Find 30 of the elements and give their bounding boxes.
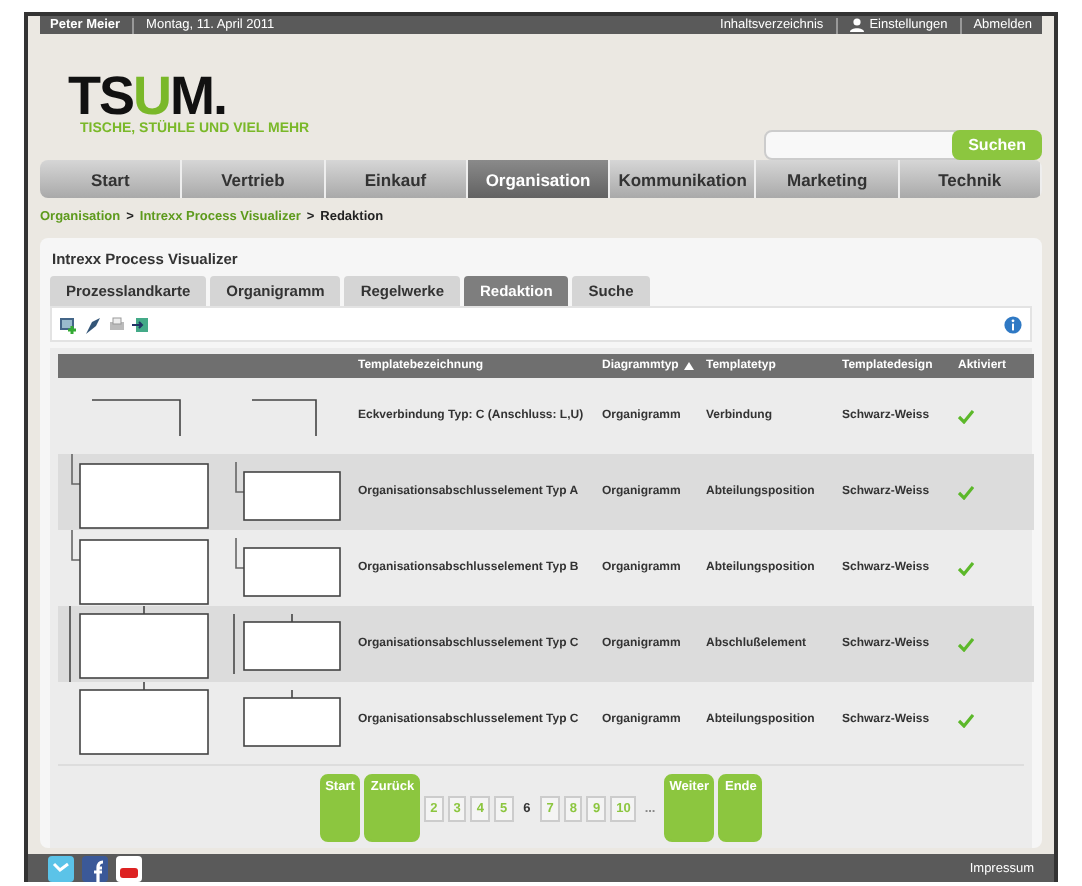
corner-connector-drawing bbox=[92, 396, 184, 437]
nav-tab[interactable]: Kommunikation bbox=[610, 160, 757, 199]
check-icon bbox=[958, 637, 974, 652]
user-icon bbox=[849, 18, 864, 33]
nav-tab[interactable]: Marketing bbox=[756, 160, 900, 199]
info-icon[interactable] bbox=[1004, 315, 1022, 334]
bird-logo-icon[interactable] bbox=[48, 855, 74, 882]
sort-icon bbox=[684, 362, 695, 371]
video-logo-icon[interactable] bbox=[116, 855, 142, 882]
nav-tab[interactable]: Organisation bbox=[467, 160, 611, 199]
org-box-drawing bbox=[70, 530, 210, 607]
export-icon[interactable] bbox=[132, 315, 152, 334]
nav-tab[interactable]: Vertrieb bbox=[182, 160, 326, 199]
f-logo-icon[interactable] bbox=[82, 855, 108, 882]
brush-icon[interactable] bbox=[84, 315, 102, 334]
check-icon bbox=[958, 561, 974, 576]
add-icon[interactable] bbox=[60, 315, 78, 334]
check-icon bbox=[958, 713, 974, 728]
org-box-drawing bbox=[68, 606, 212, 683]
nav-tab[interactable]: Technik bbox=[899, 160, 1042, 199]
org-box-drawing bbox=[234, 538, 342, 599]
check-icon bbox=[958, 485, 974, 500]
org-box-drawing bbox=[232, 614, 344, 675]
nav-tab[interactable]: Start bbox=[40, 160, 183, 199]
nav-tab[interactable]: Einkauf bbox=[325, 160, 468, 199]
org-box-drawing bbox=[234, 462, 342, 523]
check-icon bbox=[958, 409, 974, 424]
org-box-drawing bbox=[70, 454, 210, 531]
search-field[interactable] bbox=[764, 130, 961, 161]
corner-connector-drawing bbox=[252, 396, 320, 437]
